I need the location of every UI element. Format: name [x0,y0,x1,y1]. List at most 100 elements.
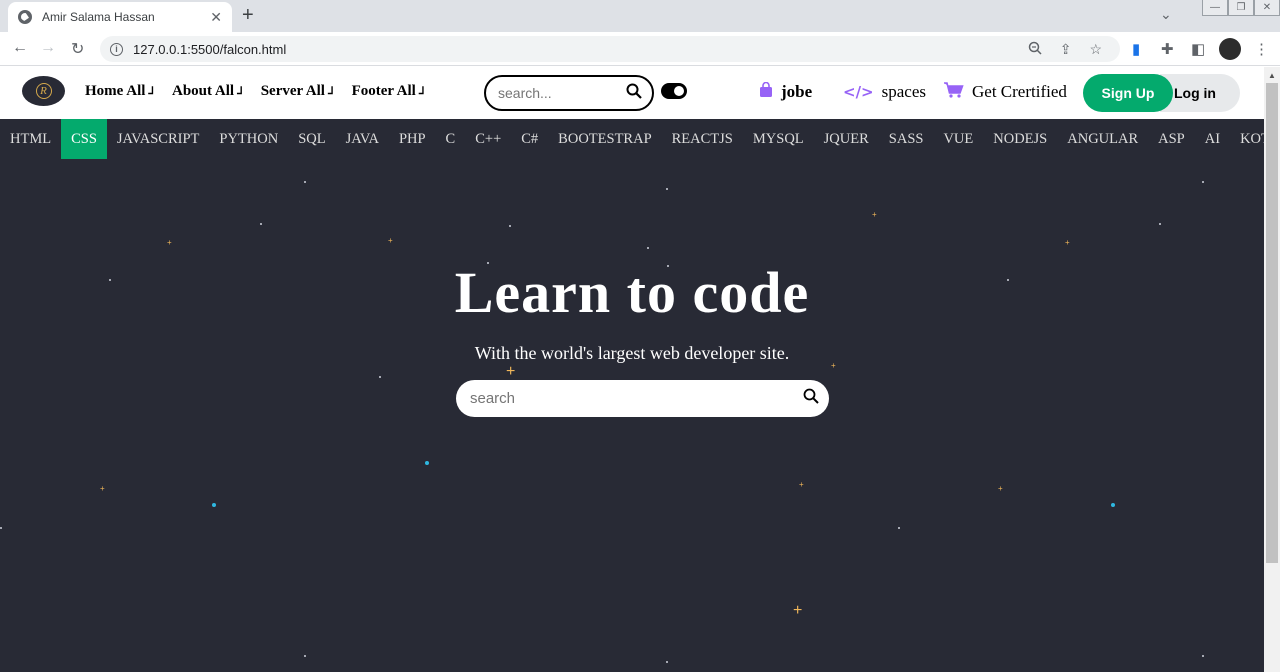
more-menu-icon[interactable]: ⋮ [1254,40,1269,58]
star-dot [1202,181,1204,183]
topic-item[interactable]: MYSQL [743,119,814,159]
scroll-thumb[interactable] [1266,83,1278,563]
star-dot [260,223,262,225]
extension-doc-icon[interactable]: ▮ [1132,40,1140,58]
nav-item-footer[interactable]: Footer All ⅃ [352,83,425,100]
url-text[interactable]: 127.0.0.1:5500/falcon.html [133,42,1028,57]
topic-item[interactable]: BOOTESTRAP [548,119,661,159]
browser-toolbar: ← → ↻ i 127.0.0.1:5500/falcon.html ⇪ ☆ ▮… [0,32,1280,66]
site-info-icon[interactable]: i [110,42,123,56]
scroll-up-arrow-icon[interactable]: ▲ [1268,71,1276,80]
cart-icon [944,82,964,102]
topic-item[interactable]: SQL [288,119,335,159]
star-dot [109,279,111,281]
back-arrow-icon[interactable]: ← [12,39,28,57]
profile-avatar[interactable] [1219,38,1241,60]
star-dot [1111,503,1115,507]
zoom-icon[interactable] [1028,41,1042,58]
sparkle-icon: + [799,480,804,489]
close-window-icon[interactable]: ✕ [1254,0,1280,16]
star-dot [487,262,489,264]
topic-item[interactable]: C# [511,119,548,159]
tab-close-icon[interactable]: ✕ [210,9,222,26]
get-certified-link[interactable]: Get Crertified [944,82,1067,102]
topic-item[interactable]: VUE [933,119,983,159]
spaces-link[interactable]: </> spaces [843,82,926,102]
search-icon[interactable] [803,388,819,409]
topic-item[interactable]: C++ [465,119,511,159]
nav-item-about[interactable]: About All ⅃ [172,83,243,100]
code-icon: </> [843,83,874,101]
caret-icon: ⅃ [418,86,425,97]
star-dot [212,503,216,507]
bookmark-star-icon[interactable]: ☆ [1089,41,1102,58]
star-dot [1159,223,1161,225]
extensions-puzzle-icon[interactable]: ✚ [1161,40,1174,58]
theme-toggle[interactable] [661,83,687,99]
topic-item[interactable]: JAVASCRIPT [107,119,209,159]
header-search-input[interactable] [498,85,618,101]
jobe-link[interactable]: jobe [759,81,812,102]
star-dot [666,188,668,190]
star-dot [304,655,306,657]
topic-item[interactable]: ANGULAR [1057,119,1148,159]
site-logo[interactable]: R [22,76,65,106]
star-dot [647,247,649,249]
nav-item-server[interactable]: Server All ⅃ [261,83,334,100]
restore-icon[interactable]: ❐ [1228,0,1254,16]
star-dot [666,661,668,663]
caret-icon: ⅃ [237,86,243,97]
share-icon[interactable]: ⇪ [1060,41,1072,58]
address-bar[interactable]: i 127.0.0.1:5500/falcon.html ⇪ ☆ [100,36,1120,62]
topic-nav-bar: HTML CSS JAVASCRIPT PYTHON SQL JAVA PHP C C++ C# B… [0,119,1280,159]
caret-icon: ⅃ [148,86,154,97]
sparkle-icon: + [506,363,516,380]
reload-icon[interactable]: ↻ [71,39,84,59]
site-header: R Home All ⅃ About All ⅃ Server All ⅃ Foote… [0,67,1264,119]
topic-item[interactable]: ASP [1148,119,1195,159]
sparkle-icon: + [831,361,836,370]
page-scrollbar[interactable]: ▲ [1264,67,1280,672]
shopping-bag-icon [759,81,773,102]
new-tab-button[interactable]: + [242,4,254,27]
header-search-box [484,75,654,111]
nav-item-home[interactable]: Home All ⅃ [85,83,154,100]
topic-item[interactable]: CSS [61,119,107,159]
globe-icon [18,10,32,24]
star-dot [898,527,900,529]
sparkle-icon: + [100,484,105,493]
tab-search-chevron-icon[interactable]: ⌄ [1160,6,1172,23]
topic-item[interactable]: PHP [389,119,436,159]
star-dot [1007,279,1009,281]
topic-item[interactable]: JAVA [336,119,389,159]
caret-icon: ⅃ [327,86,334,97]
hero-search-box [456,380,829,417]
star-dot [509,225,511,227]
minimize-icon[interactable]: — [1202,0,1228,16]
star-dot [1202,655,1204,657]
star-dot [379,376,381,378]
topic-item[interactable]: NODEJS [983,119,1057,159]
hero-title: Learn to code [454,260,810,325]
browser-tabstrip: Amir Salama Hassan ✕ + ⌄ — ❐ ✕ [0,0,1280,32]
topic-item[interactable]: HTML [0,119,61,159]
hero-search-input[interactable] [470,390,803,407]
topic-item[interactable]: REACTJS [662,119,743,159]
sparkle-icon: + [872,210,877,219]
topic-item[interactable]: JQUER [814,119,879,159]
topic-item[interactable]: SASS [879,119,934,159]
tab-title: Amir Salama Hassan [42,10,155,24]
sparkle-icon: + [167,238,172,247]
browser-tab[interactable]: Amir Salama Hassan ✕ [8,2,232,32]
topic-item[interactable]: C [436,119,466,159]
signup-button[interactable]: Sign Up [1083,74,1173,112]
search-icon[interactable] [626,83,642,104]
hero-subtitle: With the world's largest web developer s… [474,343,790,363]
topic-item[interactable]: AI [1195,119,1230,159]
forward-arrow-icon[interactable]: → [40,39,56,57]
topic-item[interactable]: PYTHON [209,119,288,159]
side-panel-icon[interactable]: ◧ [1191,40,1205,58]
sparkle-icon: + [388,236,393,245]
star-dot [425,461,429,465]
sparkle-icon: + [998,484,1003,493]
